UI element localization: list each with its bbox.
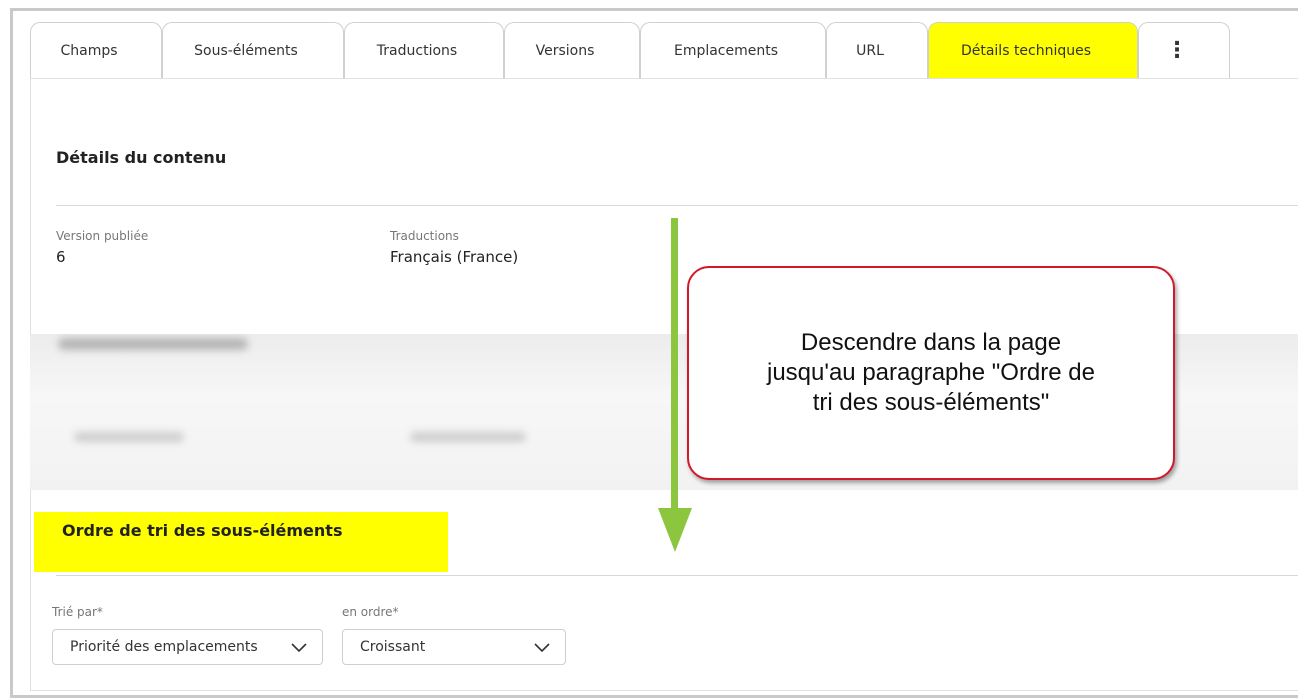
tab-more[interactable]: ⋮ [1138,22,1230,78]
instruction-callout: Descendre dans la page jusqu'au paragrap… [687,266,1175,480]
divider [56,575,1298,576]
blurred-field [410,432,526,442]
tab-url[interactable]: URL [826,22,928,78]
sorted-by-value: Priorité des emplacements [70,639,258,655]
sorted-by-label: Trié par* [52,605,103,619]
order-label: en ordre* [342,605,399,619]
chevron-down-icon [291,643,307,653]
tab-emplacements[interactable]: Emplacements [640,22,826,78]
tab-label: Emplacements [673,42,779,59]
callout-text: Descendre dans la page jusqu'au paragrap… [767,329,1095,416]
tab-bar: Champs Sous-éléments Traductions Version… [30,22,1298,80]
tab-label: Traductions [376,42,458,59]
chevron-down-icon [534,643,550,653]
tab-label: Champs [60,42,118,59]
translations-label: Traductions [390,229,459,243]
tab-label: Sous-éléments [194,42,298,59]
blurred-field [74,432,184,442]
tab-versions[interactable]: Versions [504,22,640,78]
divider [56,205,1298,206]
tab-champs[interactable]: Champs [30,22,162,78]
tab-sous-elements[interactable]: Sous-éléments [162,22,344,78]
tab-label: Détails techniques [960,42,1092,59]
tab-label: URL [856,42,884,59]
sort-order-title: Ordre de tri des sous-éléments [62,521,343,540]
published-version-value: 6 [56,248,66,266]
published-version-label: Version publiée [56,229,149,243]
tab-details-techniques[interactable]: Détails techniques [928,22,1138,78]
tab-traductions[interactable]: Traductions [344,22,504,78]
translations-value: Français (France) [390,248,519,266]
content-details-title: Détails du contenu [56,148,227,167]
order-select[interactable]: Croissant [342,629,566,665]
sorted-by-select[interactable]: Priorité des emplacements [52,629,323,665]
tab-label: Versions [535,42,595,59]
more-vertical-icon: ⋮ [1166,37,1188,63]
order-value: Croissant [360,639,426,655]
blurred-heading [58,338,248,350]
